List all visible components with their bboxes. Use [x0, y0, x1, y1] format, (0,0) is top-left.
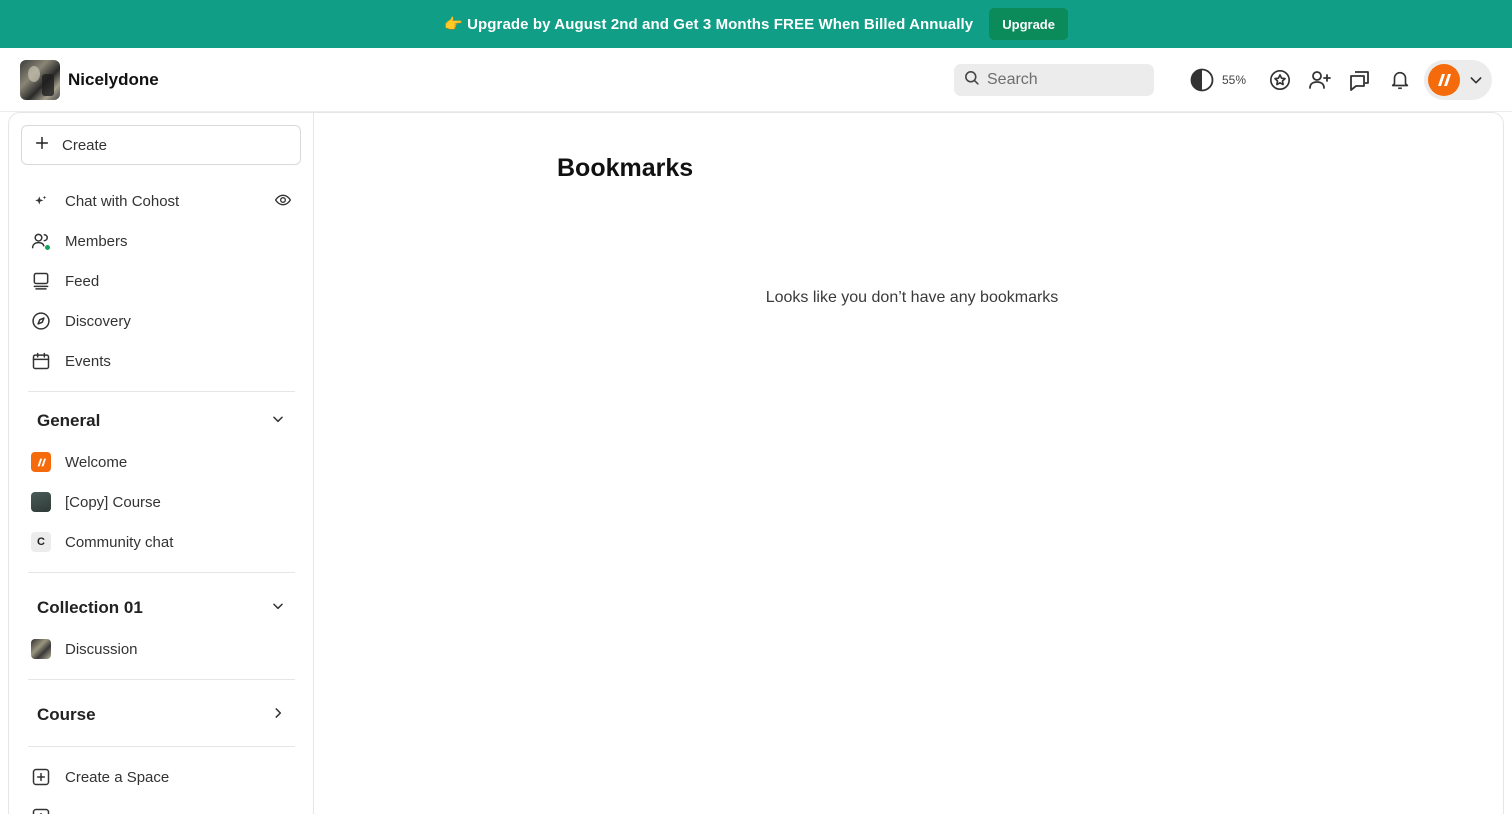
section-title: General — [37, 411, 101, 430]
sparkle-icon — [29, 189, 53, 213]
sidebar-item-label: Discovery — [65, 312, 131, 330]
sidebar: Create Chat with Cohost Members Feed Dis… — [9, 113, 314, 814]
course-space-icon — [29, 490, 53, 514]
sidebar-item-discovery[interactable]: Discovery — [29, 305, 299, 337]
upgrade-button[interactable]: Upgrade — [989, 8, 1068, 40]
banner-text: 👉 Upgrade by August 2nd and Get 3 Months… — [444, 16, 974, 33]
community-logo[interactable] — [20, 60, 60, 100]
messages-icon[interactable] — [1348, 68, 1372, 92]
community-name[interactable]: Nicelydone — [68, 70, 159, 90]
account-menu[interactable] — [1424, 60, 1492, 100]
sidebar-divider — [28, 572, 295, 573]
space-item-welcome[interactable]: Welcome — [29, 446, 299, 478]
sidebar-item-members[interactable]: Members — [29, 225, 299, 257]
sidebar-item-feed[interactable]: Feed — [29, 265, 299, 297]
discussion-space-icon — [29, 637, 53, 661]
invite-member-icon[interactable] — [1308, 68, 1332, 92]
add-square-icon — [29, 805, 53, 814]
feed-icon — [29, 269, 53, 293]
chevron-down-icon[interactable] — [1468, 72, 1484, 93]
create-label: Create — [62, 136, 108, 154]
section-title: Collection 01 — [37, 598, 143, 617]
eye-icon[interactable] — [274, 193, 292, 212]
space-item-label: [Copy] Course — [65, 493, 161, 511]
section-header-general[interactable]: General — [37, 411, 285, 431]
create-collection-item[interactable] — [29, 801, 299, 814]
create-space-item[interactable]: Create a Space — [29, 761, 299, 793]
compass-icon — [29, 309, 53, 333]
search-box[interactable] — [954, 64, 1154, 96]
search-icon — [963, 69, 980, 91]
sidebar-divider — [28, 679, 295, 680]
members-icon — [29, 229, 53, 253]
sidebar-divider — [28, 746, 295, 747]
notifications-bell-icon[interactable] — [1388, 68, 1412, 92]
space-item-label: Welcome — [65, 453, 128, 471]
sidebar-divider — [28, 391, 295, 392]
search-input[interactable] — [987, 71, 1137, 89]
space-item-label: Discussion — [65, 640, 138, 658]
section-header-collection-01[interactable]: Collection 01 — [37, 598, 285, 618]
space-item-copy-course[interactable]: [Copy] Course — [29, 486, 299, 518]
upgrade-banner: 👉 Upgrade by August 2nd and Get 3 Months… — [0, 0, 1512, 48]
page-title: Bookmarks — [557, 154, 694, 182]
sidebar-item-events[interactable]: Events — [29, 345, 299, 377]
calendar-icon — [29, 349, 53, 373]
section-header-course[interactable]: Course — [37, 705, 285, 725]
plus-icon — [34, 135, 50, 156]
space-item-community-chat[interactable]: C Community chat — [29, 526, 299, 558]
top-header: Nicelydone 55% — [0, 48, 1512, 112]
sidebar-item-label: Events — [65, 352, 111, 370]
sidebar-item-label: Members — [65, 232, 128, 250]
sidebar-item-label: Feed — [65, 272, 100, 290]
add-square-icon — [29, 765, 53, 789]
create-space-label: Create a Space — [65, 768, 170, 786]
welcome-space-icon — [29, 450, 53, 474]
contrast-icon[interactable] — [1190, 68, 1214, 92]
chevron-down-icon[interactable] — [271, 412, 285, 431]
space-item-label: Community chat — [65, 533, 174, 551]
space-item-discussion[interactable]: Discussion — [29, 633, 299, 665]
avatar[interactable] — [1428, 64, 1460, 96]
chevron-down-icon[interactable] — [271, 599, 285, 618]
space-letter: C — [31, 532, 51, 552]
star-badge-icon[interactable] — [1268, 68, 1292, 92]
empty-state-message: Looks like you don’t have any bookmarks — [765, 289, 1059, 306]
sidebar-item-label: Chat with Cohost — [65, 192, 180, 210]
chevron-right-icon[interactable] — [271, 706, 285, 725]
sidebar-item-chat-with-cohost[interactable]: Chat with Cohost — [29, 185, 299, 217]
online-status-dot — [44, 244, 51, 251]
create-button[interactable]: Create — [21, 125, 301, 165]
section-title: Course — [37, 705, 96, 724]
contrast-percent: 55% — [1222, 73, 1247, 87]
chat-space-icon: C — [29, 530, 53, 554]
